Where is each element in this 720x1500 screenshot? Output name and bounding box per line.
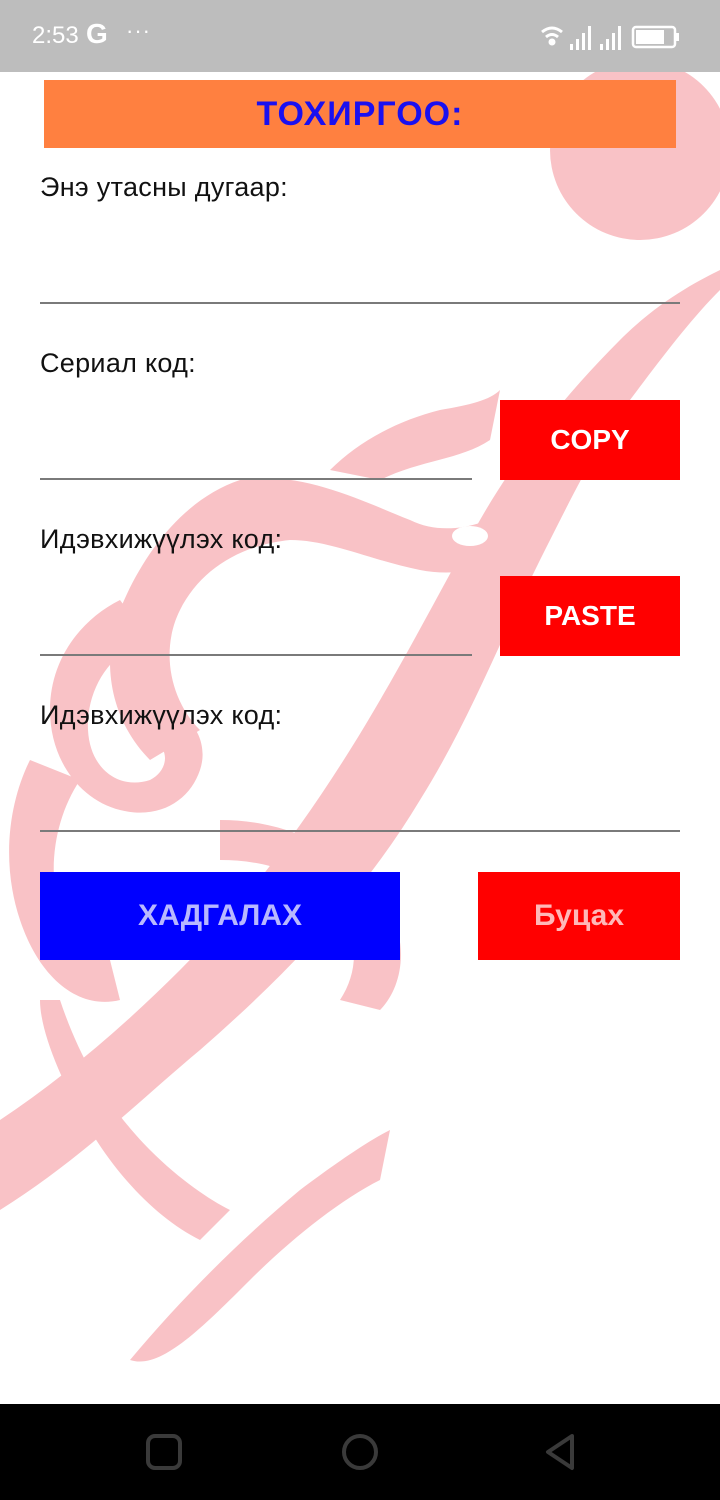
settings-header-banner: ТОХИРГОО:: [44, 80, 676, 148]
more-notifications-icon: ···: [126, 18, 151, 43]
status-icons: [541, 25, 679, 50]
serial-code-label: Сериал код:: [40, 348, 196, 378]
battery-icon: [631, 25, 679, 49]
status-bar: 2:53 G ···: [0, 0, 720, 72]
status-time: 2:53: [32, 22, 79, 49]
recent-apps-icon[interactable]: [144, 1432, 184, 1472]
copy-button[interactable]: COPY: [500, 400, 680, 480]
background-eye-shape: [452, 526, 488, 546]
phone-number-input[interactable]: [40, 244, 680, 304]
signal-icon: [570, 26, 591, 50]
paste-button[interactable]: PASTE: [500, 576, 680, 656]
back-button[interactable]: Буцах: [478, 872, 680, 960]
activation-code-confirm-input[interactable]: [40, 772, 680, 832]
background-tail-shape: [130, 1130, 390, 1362]
serial-code-input[interactable]: [40, 420, 472, 480]
phone-number-label: Энэ утасны дугаар:: [40, 172, 288, 202]
home-icon[interactable]: [340, 1432, 380, 1472]
signal-icon: [600, 26, 621, 50]
save-button[interactable]: ХАДГАЛАХ: [40, 872, 400, 960]
back-nav-icon[interactable]: [540, 1432, 580, 1472]
activation-code-label: Идэвхижүүлэх код:: [40, 524, 283, 554]
page-title: ТОХИРГОО:: [256, 94, 464, 133]
navigation-bar: [0, 1404, 720, 1500]
google-icon: G: [86, 18, 108, 49]
wifi-icon: [541, 26, 563, 46]
activation-code-confirm-label: Идэвхижүүлэх код:: [40, 700, 283, 730]
activation-code-input[interactable]: [40, 596, 472, 656]
